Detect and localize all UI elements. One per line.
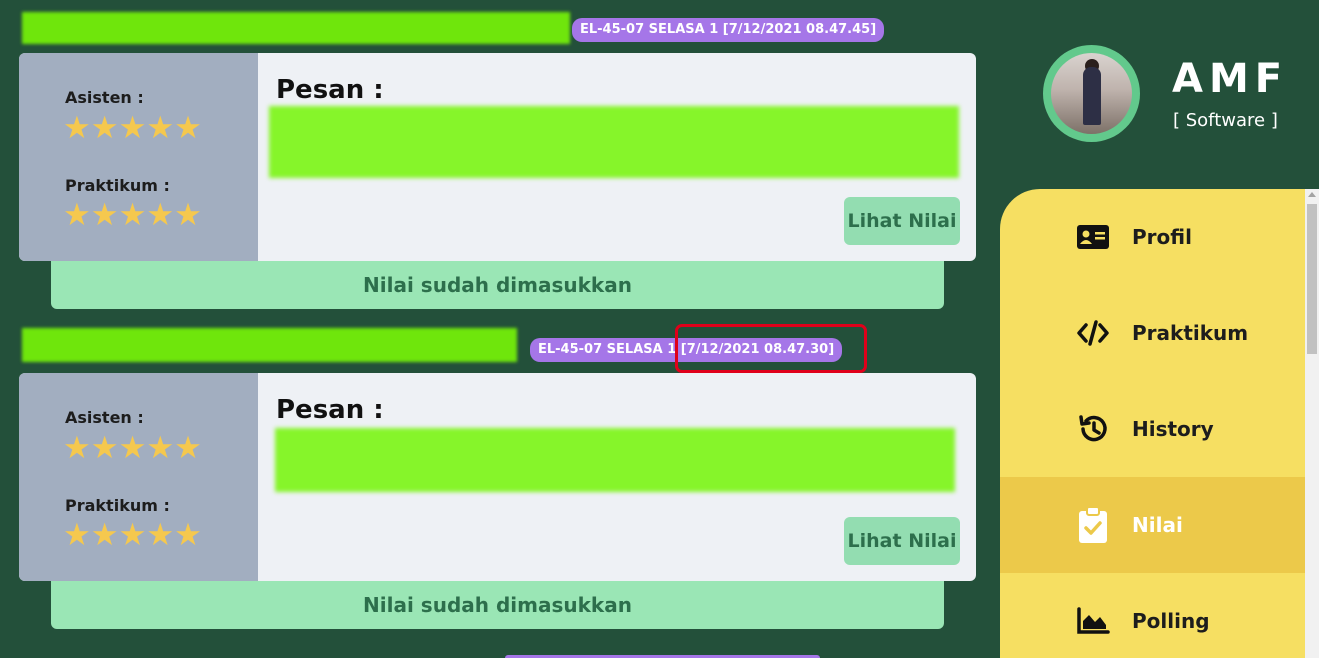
rating-panel: Asisten : ★★★★★ Praktikum : ★★★★★ <box>19 53 258 261</box>
timestamp-highlight <box>675 324 867 373</box>
pesan-label: Pesan : <box>276 395 384 425</box>
history-icon <box>1075 411 1111 447</box>
sidebar-item-polling[interactable]: Polling <box>1000 573 1305 658</box>
asisten-label: Asisten : <box>65 408 144 427</box>
status-bar: Nilai sudah dimasukkan <box>51 581 944 629</box>
sidebar-item-history[interactable]: History <box>1000 381 1305 477</box>
praktikum-label: Praktikum : <box>65 496 170 515</box>
sidebar-menu: Profil Praktikum History Nilai Polling <box>1000 189 1305 658</box>
praktikum-stars: ★★★★★ <box>63 197 202 233</box>
id-card-icon <box>1075 219 1111 255</box>
praktikum-stars: ★★★★★ <box>63 517 202 553</box>
area-chart-icon <box>1075 603 1111 639</box>
rating-panel: Asisten : ★★★★★ Praktikum : ★★★★★ <box>19 373 258 581</box>
sidebar-item-profil[interactable]: Profil <box>1000 189 1305 285</box>
code-icon <box>1075 315 1111 351</box>
praktikum-label: Praktikum : <box>65 176 170 195</box>
sidebar-scrollbar[interactable] <box>1305 189 1319 658</box>
redacted-message <box>269 106 959 178</box>
redacted-name <box>22 12 570 44</box>
redacted-message <box>275 428 955 492</box>
lihat-nilai-button[interactable]: Lihat Nilai <box>844 197 960 245</box>
sidebar-item-nilai[interactable]: Nilai <box>1000 477 1305 573</box>
sidebar-item-praktikum[interactable]: Praktikum <box>1000 285 1305 381</box>
lihat-nilai-button[interactable]: Lihat Nilai <box>844 517 960 565</box>
class-tag: EL-45-07 SELASA 1 [7/12/2021 08.47.45] <box>572 18 885 42</box>
redacted-name <box>22 328 517 362</box>
clipboard-check-icon <box>1075 506 1111 543</box>
sidebar-item-label: Polling <box>1132 609 1210 633</box>
avatar-photo <box>1051 53 1132 134</box>
asisten-stars: ★★★★★ <box>63 430 202 466</box>
user-role: [ Software ] <box>1173 110 1278 131</box>
scroll-up-icon[interactable] <box>1308 192 1316 197</box>
feedback-card: Asisten : ★★★★★ Praktikum : ★★★★★ Pesan … <box>19 53 976 261</box>
pesan-label: Pesan : <box>276 75 384 105</box>
asisten-stars: ★★★★★ <box>63 110 202 146</box>
feedback-card: Asisten : ★★★★★ Praktikum : ★★★★★ Pesan … <box>19 373 976 581</box>
sidebar-item-label: Profil <box>1132 225 1192 249</box>
sidebar-item-label: History <box>1132 417 1214 441</box>
avatar[interactable] <box>1043 45 1140 142</box>
asisten-label: Asisten : <box>65 88 144 107</box>
scroll-thumb[interactable] <box>1307 204 1317 354</box>
status-bar: Nilai sudah dimasukkan <box>51 261 944 309</box>
user-name: AMF <box>1172 56 1289 102</box>
sidebar-item-label: Nilai <box>1132 513 1183 537</box>
sidebar-item-label: Praktikum <box>1132 321 1249 345</box>
